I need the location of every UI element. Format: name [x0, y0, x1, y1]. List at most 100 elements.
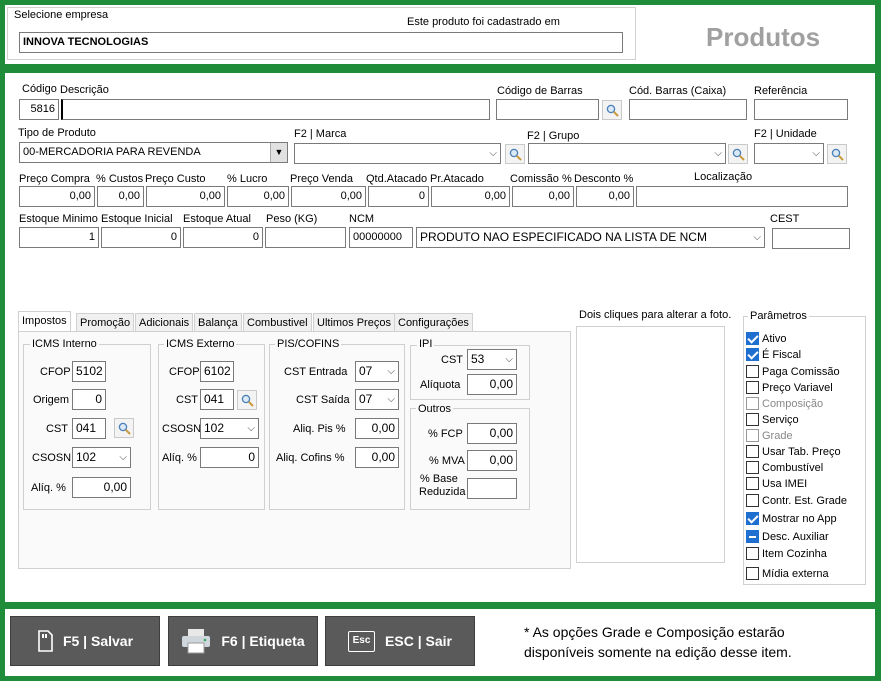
param-label: Desc. Auxiliar [762, 530, 829, 543]
marca-search-button[interactable] [505, 144, 525, 164]
mva-field[interactable]: 0,00 [467, 450, 517, 471]
grupo-select[interactable]: ⌵ [528, 143, 726, 164]
referencia-field[interactable] [754, 99, 848, 120]
product-photo[interactable] [576, 326, 725, 563]
param-checkbox-item-cozinha[interactable]: Item Cozinha [746, 547, 827, 560]
icms-ext-aliq-field[interactable]: 0 [200, 447, 259, 468]
param-checkbox-contr-est-grade[interactable]: Contr. Est. Grade [746, 494, 847, 507]
tab-combustivel[interactable]: Combustivel [243, 313, 312, 333]
search-icon [241, 394, 254, 407]
qtd-atacado-field[interactable]: 0 [368, 186, 429, 207]
param-checkbox-usa-imei[interactable]: Usa IMEI [746, 477, 807, 490]
base-reduzida-label-2: Reduzida [419, 486, 466, 498]
icms-int-csosn-select[interactable]: 102 ⌵ [72, 447, 131, 468]
pr-atacado-field[interactable]: 0,00 [431, 186, 510, 207]
icms-ext-cst-search-button[interactable] [237, 390, 257, 410]
param-checkbox-paga-comissao[interactable]: Paga Comissão [746, 365, 840, 378]
sair-label: ESC | Sair [385, 633, 452, 649]
icms-ext-csosn-value: 102 [204, 421, 225, 435]
empresa-field[interactable]: INNOVA TECNOLOGIAS [19, 32, 623, 53]
fcp-field[interactable]: 0,00 [467, 423, 517, 444]
param-label: Composição [762, 397, 824, 410]
icms-int-cst-search-button[interactable] [114, 418, 134, 438]
sair-button[interactable]: Esc ESC | Sair [325, 616, 475, 666]
desconto-field[interactable]: 0,00 [576, 186, 634, 207]
tab-ultimos-precos[interactable]: Ultimos Preços [313, 313, 395, 333]
qtd-atacado-label: Qtd.Atacado [366, 173, 428, 185]
aliq-pis-label: Aliq. Pis % [293, 423, 346, 435]
unidade-search-button[interactable] [827, 144, 847, 164]
checkbox-icon [746, 494, 759, 507]
icms-int-cfop-field[interactable]: 5102 [72, 361, 106, 382]
estoque-minimo-field[interactable]: 1 [19, 227, 99, 248]
checkbox-icon [746, 567, 759, 580]
etiqueta-label: F6 | Etiqueta [221, 633, 305, 649]
param-checkbox-e-fiscal[interactable]: É Fiscal [746, 348, 801, 361]
tab-impostos[interactable]: Impostos [18, 311, 71, 333]
icms-int-cst-field[interactable]: 041 [72, 418, 106, 439]
unidade-select[interactable]: ⌵ [754, 143, 824, 164]
param-checkbox-ativo[interactable]: Ativo [746, 332, 786, 345]
localizacao-field[interactable] [636, 186, 848, 207]
param-checkbox-preco-variavel[interactable]: Preço Variavel [746, 381, 833, 394]
etiqueta-button[interactable]: F6 | Etiqueta [168, 616, 318, 666]
param-checkbox-mostrar-no-app[interactable]: Mostrar no App [746, 512, 837, 525]
icms-ext-csosn-select[interactable]: 102 ⌵ [200, 418, 259, 439]
icms-ext-cst-field[interactable]: 041 [200, 389, 234, 410]
param-label: Paga Comissão [762, 365, 840, 378]
descricao-label: Descrição [60, 84, 109, 96]
cst-entrada-select[interactable]: 07 ⌵ [355, 361, 399, 382]
param-checkbox-desc-auxiliar[interactable]: Desc. Auxiliar [746, 530, 829, 543]
param-label: Contr. Est. Grade [762, 494, 847, 507]
lucro-field[interactable]: 0,00 [227, 186, 289, 207]
tipo-produto-select[interactable]: 00-MERCADORIA PARA REVENDA ▼ [19, 142, 288, 163]
icms-ext-cfop-field[interactable]: 6102 [200, 361, 234, 382]
tab-configuracoes[interactable]: Configurações [394, 313, 473, 333]
codigo-field[interactable]: 5816 [19, 99, 59, 120]
codigo-barras-field[interactable] [496, 99, 599, 120]
estoque-inicial-field[interactable]: 0 [101, 227, 181, 248]
preco-venda-field[interactable]: 0,00 [291, 186, 366, 207]
cod-barras-caixa-field[interactable] [629, 99, 747, 120]
preco-custo-field[interactable]: 0,00 [146, 186, 225, 207]
estoque-minimo-label: Estoque Minimo [19, 213, 98, 225]
marca-select[interactable]: ⌵ [294, 143, 501, 164]
param-checkbox-combustivel[interactable]: Combustível [746, 461, 823, 474]
param-checkbox-servico[interactable]: Serviço [746, 413, 799, 426]
aliq-cofins-field[interactable]: 0,00 [355, 447, 399, 468]
chevron-down-icon: ⌵ [387, 394, 395, 405]
tab-adicionais[interactable]: Adicionais [135, 313, 194, 333]
estoque-atual-field[interactable]: 0 [183, 227, 263, 248]
codigo-barras-search-button[interactable] [602, 100, 622, 120]
ncm-field[interactable]: 00000000 [349, 227, 413, 248]
chevron-down-icon: ⌵ [753, 232, 761, 243]
save-icon [38, 630, 53, 652]
comissao-field[interactable]: 0,00 [512, 186, 574, 207]
icms-int-aliq-field[interactable]: 0,00 [72, 477, 131, 498]
checkbox-icon [746, 477, 759, 490]
ipi-cst-select[interactable]: 53 ⌵ [467, 349, 517, 370]
aliq-pis-field[interactable]: 0,00 [355, 418, 399, 439]
icms-int-origem-field[interactable]: 0 [72, 389, 106, 410]
tab-balanca[interactable]: Balança [194, 313, 242, 333]
grupo-search-button[interactable] [728, 144, 748, 164]
chevron-down-icon: ⌵ [119, 452, 127, 463]
ncm-desc-select[interactable]: PRODUTO NAO ESPECIFICADO NA LISTA DE NCM… [416, 227, 765, 248]
param-label: Grade [762, 429, 793, 442]
ipi-aliquota-field[interactable]: 0,00 [467, 374, 517, 395]
tab-promocao[interactable]: Promoção [76, 313, 135, 333]
param-checkbox-usar-tab-preco[interactable]: Usar Tab. Preço [746, 445, 841, 458]
cst-saida-value: 07 [359, 392, 373, 406]
peso-label: Peso (KG) [266, 213, 318, 225]
preco-compra-field[interactable]: 0,00 [19, 186, 95, 207]
base-reduzida-field[interactable] [467, 478, 517, 499]
peso-field[interactable] [265, 227, 346, 248]
cest-field[interactable] [772, 228, 850, 249]
descricao-field[interactable] [61, 99, 490, 120]
custos-field[interactable]: 0,00 [97, 186, 144, 207]
fcp-label: % FCP [428, 428, 463, 440]
cst-saida-select[interactable]: 07 ⌵ [355, 389, 399, 410]
checkbox-icon [746, 530, 759, 543]
param-checkbox-midia-externa[interactable]: Mídia externa [746, 567, 829, 580]
salvar-button[interactable]: F5 | Salvar [10, 616, 160, 666]
